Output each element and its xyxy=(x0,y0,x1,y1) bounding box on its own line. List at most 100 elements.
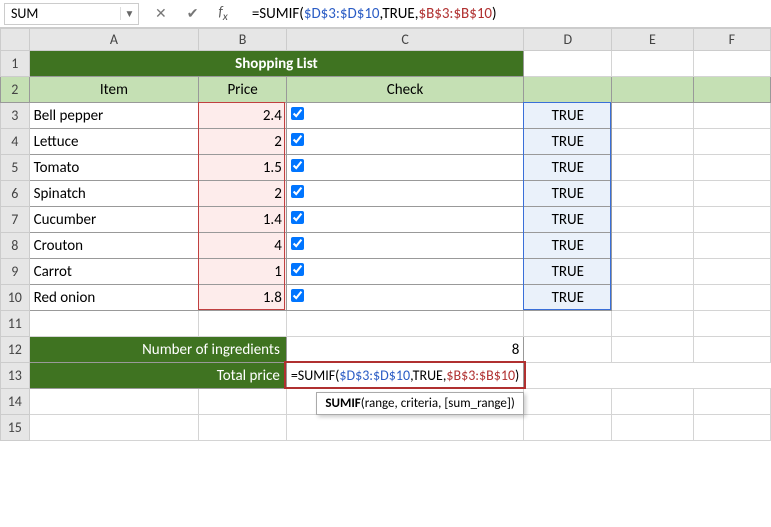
cell[interactable] xyxy=(524,311,612,337)
header-item[interactable]: Item xyxy=(29,77,199,103)
row-header[interactable]: 12 xyxy=(1,337,30,363)
cell[interactable] xyxy=(29,415,199,441)
cell[interactable] xyxy=(612,207,693,233)
cell[interactable] xyxy=(693,259,770,285)
cell[interactable] xyxy=(612,129,693,155)
d-cell[interactable]: TRUE xyxy=(524,259,612,285)
cell[interactable] xyxy=(693,155,770,181)
row-header[interactable]: 11 xyxy=(1,311,30,337)
title-cell[interactable]: Shopping List xyxy=(29,51,524,77)
price-cell[interactable]: 1.5 xyxy=(199,155,287,181)
item-name-cell[interactable]: Bell pepper xyxy=(29,103,199,129)
item-name-cell[interactable]: Crouton xyxy=(29,233,199,259)
checkbox[interactable] xyxy=(291,133,304,146)
select-all-corner[interactable] xyxy=(1,29,30,51)
cell[interactable] xyxy=(693,51,770,77)
chevron-down-icon[interactable]: ▼ xyxy=(120,7,138,20)
row-header[interactable]: 10 xyxy=(1,285,30,311)
check-cell[interactable] xyxy=(286,259,523,285)
cell[interactable] xyxy=(524,415,612,441)
cell[interactable] xyxy=(612,155,693,181)
cell[interactable] xyxy=(199,311,287,337)
check-cell[interactable] xyxy=(286,181,523,207)
col-header-B[interactable]: B xyxy=(199,29,287,51)
cell[interactable] xyxy=(612,103,693,129)
d-cell[interactable]: TRUE xyxy=(524,181,612,207)
item-name-cell[interactable]: Carrot xyxy=(29,259,199,285)
checkbox[interactable] xyxy=(291,107,304,120)
d-cell[interactable]: TRUE xyxy=(524,207,612,233)
cell[interactable] xyxy=(524,389,612,415)
col-header-A[interactable]: A xyxy=(29,29,199,51)
cell[interactable] xyxy=(612,415,693,441)
cell[interactable] xyxy=(524,337,612,363)
price-cell[interactable]: 1 xyxy=(199,259,287,285)
row-header[interactable]: 2 xyxy=(1,77,30,103)
cell[interactable] xyxy=(286,311,523,337)
row-header[interactable]: 13 xyxy=(1,363,30,389)
checkbox[interactable] xyxy=(291,159,304,172)
cell[interactable] xyxy=(199,389,287,415)
cell[interactable] xyxy=(612,51,693,77)
total-price-formula-cell[interactable]: =SUMIF($D$3:$D$10,TRUE,$B$3:$B$10) xyxy=(286,363,523,389)
col-header-D[interactable]: D xyxy=(524,29,612,51)
accept-icon[interactable]: ✔ xyxy=(187,5,199,22)
price-cell[interactable]: 2.4 xyxy=(199,103,287,129)
check-cell[interactable] xyxy=(286,285,523,311)
cell[interactable] xyxy=(524,51,612,77)
header-price[interactable]: Price xyxy=(199,77,287,103)
col-header-C[interactable]: C xyxy=(286,29,523,51)
price-cell[interactable]: 4 xyxy=(199,233,287,259)
row-header[interactable]: 9 xyxy=(1,259,30,285)
row-header[interactable]: 4 xyxy=(1,129,30,155)
cell[interactable] xyxy=(693,311,770,337)
item-name-cell[interactable]: Cucumber xyxy=(29,207,199,233)
check-cell[interactable] xyxy=(286,207,523,233)
row-header[interactable]: 5 xyxy=(1,155,30,181)
row-header[interactable]: 6 xyxy=(1,181,30,207)
fx-icon[interactable]: fx xyxy=(218,3,227,24)
cell[interactable] xyxy=(612,233,693,259)
cell[interactable] xyxy=(29,389,199,415)
d-cell[interactable]: TRUE xyxy=(524,129,612,155)
num-ingredients-value[interactable]: 8 xyxy=(286,337,523,363)
row-header[interactable]: 1 xyxy=(1,51,30,77)
cell[interactable] xyxy=(612,181,693,207)
cell[interactable] xyxy=(693,103,770,129)
d-cell[interactable]: TRUE xyxy=(524,103,612,129)
total-price-label[interactable]: Total price xyxy=(29,363,286,389)
cell[interactable] xyxy=(693,337,770,363)
check-cell[interactable] xyxy=(286,103,523,129)
col-header-E[interactable]: E xyxy=(612,29,693,51)
cell[interactable] xyxy=(524,77,612,103)
checkbox[interactable] xyxy=(291,185,304,198)
item-name-cell[interactable]: Lettuce xyxy=(29,129,199,155)
price-cell[interactable]: 2 xyxy=(199,181,287,207)
checkbox[interactable] xyxy=(291,263,304,276)
name-box[interactable]: SUM ▼ xyxy=(4,3,139,25)
cell[interactable] xyxy=(693,389,770,415)
checkbox[interactable] xyxy=(291,237,304,250)
header-check[interactable]: Check xyxy=(286,77,523,103)
cell[interactable] xyxy=(693,415,770,441)
row-header[interactable]: 3 xyxy=(1,103,30,129)
cell[interactable] xyxy=(29,311,199,337)
item-name-cell[interactable]: Tomato xyxy=(29,155,199,181)
row-header[interactable]: 8 xyxy=(1,233,30,259)
cell[interactable] xyxy=(199,415,287,441)
price-cell[interactable]: 1.8 xyxy=(199,285,287,311)
checkbox[interactable] xyxy=(291,211,304,224)
cell[interactable] xyxy=(612,285,693,311)
cell[interactable] xyxy=(612,337,693,363)
formula-input[interactable]: =SUMIF($D$3:$D$10,TRUE,$B$3:$B$10) xyxy=(244,5,771,23)
d-cell[interactable]: TRUE xyxy=(524,285,612,311)
cell[interactable] xyxy=(612,259,693,285)
item-name-cell[interactable]: Spinatch xyxy=(29,181,199,207)
d-cell[interactable]: TRUE xyxy=(524,233,612,259)
cell[interactable] xyxy=(693,77,770,103)
col-header-F[interactable]: F xyxy=(693,29,770,51)
row-header[interactable]: 7 xyxy=(1,207,30,233)
cell[interactable] xyxy=(693,207,770,233)
item-name-cell[interactable]: Red onion xyxy=(29,285,199,311)
cell[interactable] xyxy=(693,129,770,155)
